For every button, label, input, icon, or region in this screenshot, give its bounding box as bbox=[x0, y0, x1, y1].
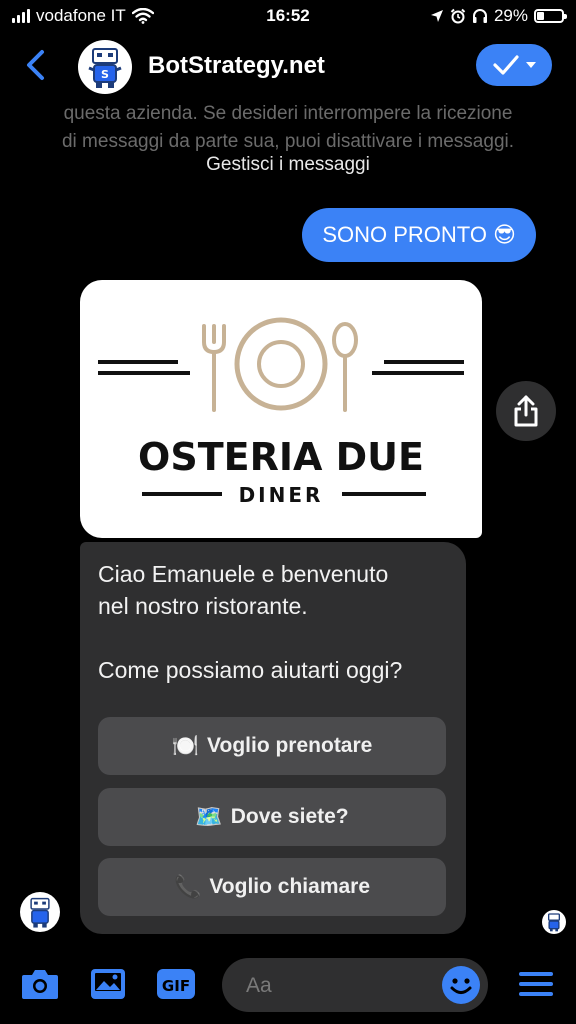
share-button[interactable] bbox=[496, 381, 556, 441]
sender-avatar[interactable] bbox=[20, 892, 60, 932]
logo-subtitle: DINER bbox=[239, 483, 324, 507]
restaurant-logo-image[interactable]: OSTERIA DUE DINER bbox=[80, 280, 482, 538]
bot-message-bubble: Ciao Emanuele e benvenuto nel nostro ris… bbox=[80, 542, 466, 934]
headphones-icon bbox=[472, 9, 487, 23]
share-icon bbox=[514, 395, 538, 427]
robot-icon bbox=[30, 897, 50, 928]
quick-reply-label: Dove siete? bbox=[230, 805, 349, 828]
message-input[interactable]: Aa bbox=[222, 958, 488, 1012]
outgoing-message-bubble[interactable]: SONO PRONTO 😎 bbox=[302, 208, 536, 262]
notice-line-1: questa azienda. Se desideri interrompere… bbox=[63, 103, 513, 124]
gif-icon: GIF bbox=[157, 969, 195, 999]
message-input-placeholder: Aa bbox=[246, 974, 272, 997]
image-icon bbox=[91, 969, 125, 999]
read-receipt-avatar bbox=[542, 910, 566, 934]
manage-messages-link[interactable]: Gestisci i messaggi bbox=[0, 154, 576, 176]
hamburger-menu-icon bbox=[519, 972, 553, 996]
robot-icon: S bbox=[88, 48, 122, 88]
plate-icon: 🍽️ bbox=[171, 733, 200, 758]
battery-fill bbox=[537, 12, 544, 20]
quick-reply-book[interactable]: 🍽️ Voglio prenotare bbox=[98, 717, 446, 775]
chat-header: S BotStrategy.net bbox=[0, 34, 576, 100]
quick-reply-label: Voglio chiamare bbox=[209, 875, 371, 898]
smiley-icon bbox=[450, 978, 472, 994]
messages-notice: questa azienda. Se desideri interrompere… bbox=[0, 100, 576, 156]
bot-message-text: Ciao Emanuele e benvenuto nel nostro ris… bbox=[98, 561, 403, 683]
camera-icon bbox=[22, 970, 58, 999]
location-icon bbox=[430, 10, 443, 22]
status-right: 29% bbox=[430, 6, 567, 26]
quick-reply-call[interactable]: 📞 Voglio chiamare bbox=[98, 858, 446, 916]
gallery-button[interactable] bbox=[86, 964, 130, 1004]
gif-button[interactable]: GIF bbox=[154, 964, 198, 1004]
composer-bar: GIF Aa bbox=[0, 954, 576, 1024]
osteria-logo: OSTERIA DUE DINER bbox=[98, 317, 464, 507]
gif-label: GIF bbox=[162, 977, 190, 995]
quick-reply-label: Voglio prenotare bbox=[207, 734, 373, 757]
back-chevron-icon[interactable] bbox=[20, 48, 54, 82]
check-icon bbox=[493, 55, 519, 75]
status-bar: vodafone IT 16:52 29% bbox=[0, 0, 576, 34]
camera-button[interactable] bbox=[18, 964, 62, 1004]
robot-icon bbox=[548, 913, 560, 932]
notice-line-2: di messaggi da parte sua, puoi disattiva… bbox=[61, 131, 515, 152]
done-dropdown-button[interactable] bbox=[476, 44, 552, 86]
page-title[interactable]: BotStrategy.net bbox=[148, 52, 325, 80]
phone-icon: 📞 bbox=[173, 874, 202, 899]
avatar[interactable]: S bbox=[78, 40, 132, 94]
logo-title: OSTERIA DUE bbox=[138, 435, 424, 479]
quick-reply-location[interactable]: 🗺️ Dove siete? bbox=[98, 788, 446, 846]
battery-percent: 29% bbox=[493, 6, 528, 25]
caret-down-icon bbox=[526, 62, 536, 68]
map-icon: 🗺️ bbox=[195, 804, 223, 829]
avatar-letter: S bbox=[101, 68, 109, 81]
emoji-button[interactable] bbox=[442, 966, 480, 1004]
alarm-icon bbox=[450, 8, 466, 24]
menu-button[interactable] bbox=[514, 964, 558, 1004]
battery-icon bbox=[534, 9, 567, 23]
